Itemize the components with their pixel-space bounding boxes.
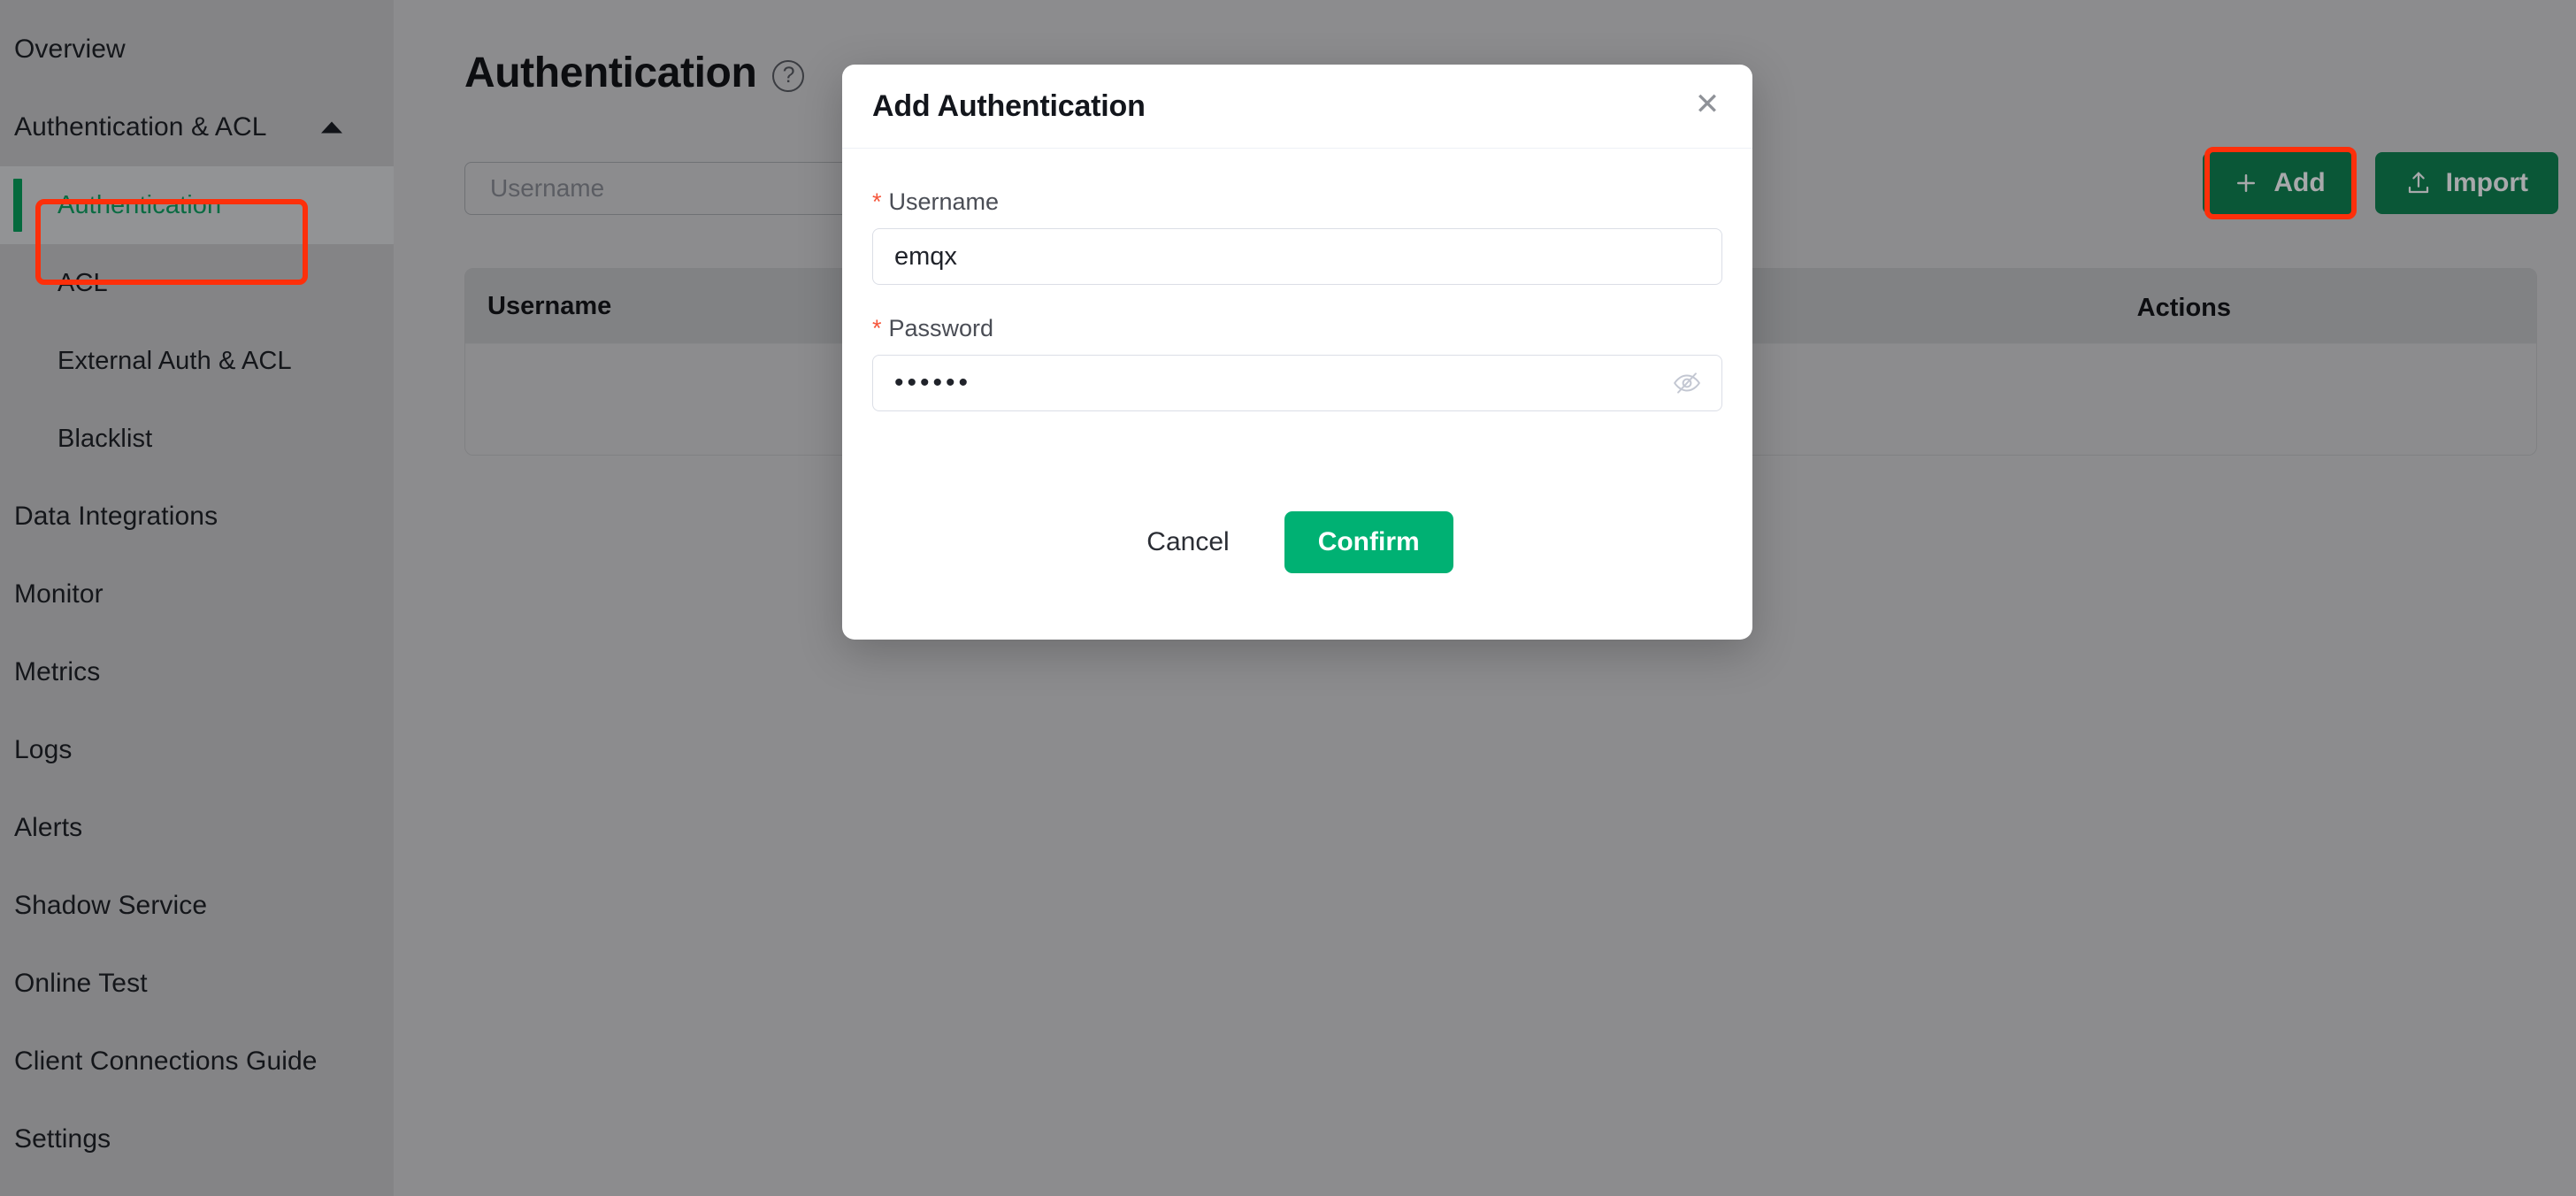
sidebar-item-online-test[interactable]: Online Test xyxy=(0,945,394,1023)
sidebar-item-settings[interactable]: Settings xyxy=(0,1100,394,1178)
sidebar-item-label: ACL xyxy=(58,269,108,298)
sidebar-item-acl[interactable]: ACL xyxy=(0,244,394,322)
page-title: Authentication ? xyxy=(464,49,804,97)
username-label-text: Username xyxy=(889,188,1000,216)
sidebar-item-data-integrations[interactable]: Data Integrations xyxy=(0,478,394,556)
dialog-title: Add Authentication xyxy=(872,89,1146,124)
page-toolbar: Add Import xyxy=(2203,152,2558,214)
chevron-up-icon[interactable] xyxy=(321,122,342,134)
password-label-text: Password xyxy=(889,315,994,342)
sidebar-item-client-connections-guide[interactable]: Client Connections Guide xyxy=(0,1023,394,1100)
required-asterisk: * xyxy=(872,190,882,214)
username-field-label: * Username xyxy=(872,188,1722,216)
dialog-header: Add Authentication ✕ xyxy=(842,65,1752,149)
column-header-actions: Actions xyxy=(2137,294,2231,323)
confirm-button[interactable]: Confirm xyxy=(1284,511,1453,573)
cancel-button[interactable]: Cancel xyxy=(1141,515,1234,570)
add-authentication-dialog: Add Authentication ✕ * Username emqx * P… xyxy=(842,65,1752,640)
column-header-username: Username xyxy=(487,292,611,321)
sidebar-item-authentication[interactable]: Authentication xyxy=(0,166,394,244)
search-input-placeholder: Username xyxy=(490,174,604,203)
page-title-text: Authentication xyxy=(464,49,756,97)
sidebar-item-label: Data Integrations xyxy=(14,502,218,532)
dialog-footer: Cancel Confirm xyxy=(842,511,1752,573)
password-input[interactable]: •••••• xyxy=(872,355,1722,411)
import-button[interactable]: Import xyxy=(2375,152,2558,214)
sidebar-item-logs[interactable]: Logs xyxy=(0,711,394,789)
username-input[interactable]: emqx xyxy=(872,228,1722,285)
sidebar-item-authentication-acl[interactable]: Authentication & ACL xyxy=(0,88,394,166)
close-icon[interactable]: ✕ xyxy=(1692,91,1722,121)
add-button-label: Add xyxy=(2273,168,2325,198)
sidebar-item-label: Blacklist xyxy=(58,425,152,454)
sidebar-item-label: Settings xyxy=(14,1124,111,1154)
help-circle-icon[interactable]: ? xyxy=(772,60,804,92)
sidebar-item-label: Client Connections Guide xyxy=(14,1046,318,1077)
sidebar-item-label: Overview xyxy=(14,34,126,65)
username-input-value: emqx xyxy=(894,242,957,272)
password-input-value: •••••• xyxy=(894,368,971,398)
sidebar-item-shadow-service[interactable]: Shadow Service xyxy=(0,867,394,945)
sidebar-item-monitor[interactable]: Monitor xyxy=(0,556,394,633)
sidebar-item-label: Logs xyxy=(14,735,72,765)
sidebar-item-label: External Auth & ACL xyxy=(58,347,292,376)
sidebar-item-label: Monitor xyxy=(14,579,104,610)
sidebar-item-label: Alerts xyxy=(14,813,82,843)
sidebar-item-label: Authentication xyxy=(58,191,221,220)
sidebar-item-external-auth-acl[interactable]: External Auth & ACL xyxy=(0,322,394,400)
password-field-label: * Password xyxy=(872,315,1722,342)
eye-off-icon[interactable] xyxy=(1672,368,1702,398)
sidebar-item-metrics[interactable]: Metrics xyxy=(0,633,394,711)
import-button-label: Import xyxy=(2446,168,2528,198)
sidebar-item-blacklist[interactable]: Blacklist xyxy=(0,400,394,478)
upload-icon xyxy=(2405,170,2432,196)
sidebar-item-label: Online Test xyxy=(14,969,148,999)
sidebar-item-label: Metrics xyxy=(14,657,100,687)
dialog-body: * Username emqx * Password •••••• xyxy=(842,149,1752,411)
required-asterisk: * xyxy=(872,317,882,341)
sidebar-item-label: Shadow Service xyxy=(14,891,207,921)
sidebar-item-overview[interactable]: Overview xyxy=(0,11,394,88)
sidebar-item-alerts[interactable]: Alerts xyxy=(0,789,394,867)
sidebar: Overview Authentication & ACL Authentica… xyxy=(0,0,394,1196)
sidebar-item-label: Authentication & ACL xyxy=(14,112,267,142)
add-button[interactable]: Add xyxy=(2203,152,2355,214)
plus-icon xyxy=(2233,170,2259,196)
